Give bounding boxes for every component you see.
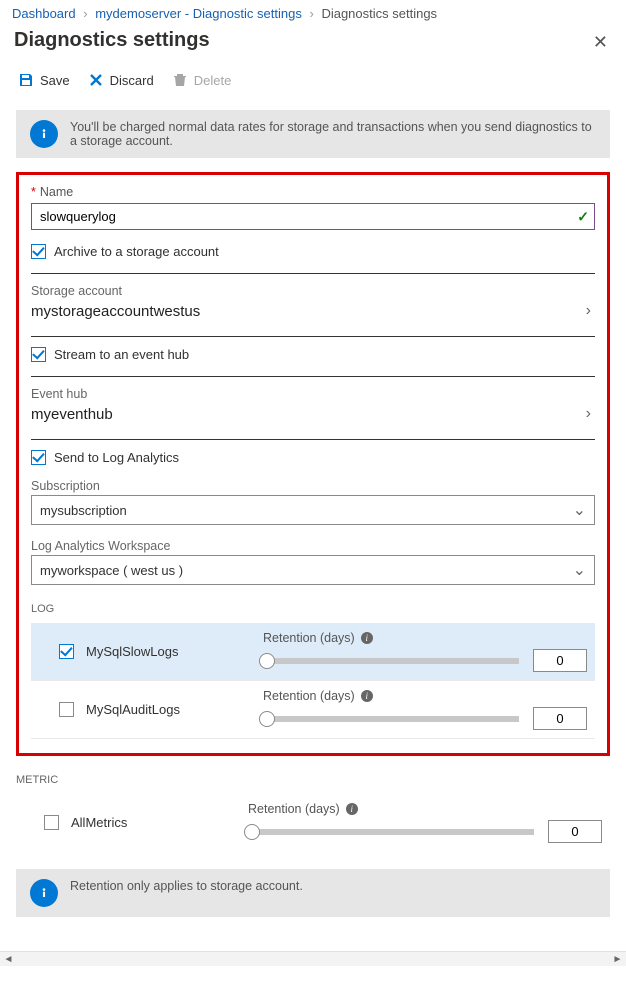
trash-icon xyxy=(172,72,188,88)
info-small-icon: i xyxy=(346,803,358,815)
info-text: You'll be charged normal data rates for … xyxy=(70,120,596,148)
retention-slider[interactable] xyxy=(248,829,534,835)
chevron-down-icon: ⌄ xyxy=(573,500,586,520)
metric-section-heading: METRIC xyxy=(16,774,610,786)
retention-label: Retention (days) xyxy=(263,631,355,645)
event-hub-value: myeventhub xyxy=(31,406,113,423)
subscription-label: Subscription xyxy=(31,479,595,493)
log-name: MySqlSlowLogs xyxy=(86,644,179,659)
workspace-value: myworkspace ( west us ) xyxy=(40,563,183,578)
breadcrumb-link[interactable]: mydemoserver - Diagnostic settings xyxy=(95,6,302,21)
stream-checkbox[interactable] xyxy=(31,347,46,362)
breadcrumb-link[interactable]: Dashboard xyxy=(12,6,76,21)
discard-label: Discard xyxy=(110,73,154,88)
close-button[interactable]: ✕ xyxy=(589,28,612,57)
delete-button: Delete xyxy=(172,72,232,88)
metric-row: AllMetrics Retention (days) i xyxy=(16,794,610,851)
storage-account-label: Storage account xyxy=(31,284,595,298)
info-small-icon: i xyxy=(361,690,373,702)
breadcrumb-current: Diagnostics settings xyxy=(321,6,437,21)
storage-account-value: mystorageaccountwestus xyxy=(31,303,200,320)
highlighted-region: *Name ✓ Archive to a storage account Sto… xyxy=(16,172,610,756)
discard-icon xyxy=(88,72,104,88)
toolbar: Save Discard Delete xyxy=(0,66,626,98)
info-small-icon: i xyxy=(361,632,373,644)
retention-label: Retention (days) xyxy=(263,689,355,703)
save-label: Save xyxy=(40,73,70,88)
breadcrumb-sep: › xyxy=(83,6,87,21)
chevron-right-icon: › xyxy=(586,405,591,423)
retention-input[interactable] xyxy=(533,707,587,730)
horizontal-scrollbar[interactable]: ◄ ► xyxy=(0,951,626,966)
workspace-select[interactable]: myworkspace ( west us ) ⌄ xyxy=(31,555,595,585)
metric-name: AllMetrics xyxy=(71,815,127,830)
workspace-label: Log Analytics Workspace xyxy=(31,539,595,553)
delete-label: Delete xyxy=(194,73,232,88)
info-icon xyxy=(30,879,58,907)
discard-button[interactable]: Discard xyxy=(88,72,154,88)
name-label: *Name xyxy=(31,185,595,199)
subscription-select[interactable]: mysubscription ⌄ xyxy=(31,495,595,525)
stream-label: Stream to an event hub xyxy=(54,347,189,362)
info-text: Retention only applies to storage accoun… xyxy=(70,879,303,893)
log-checkbox[interactable] xyxy=(59,644,74,659)
log-name: MySqlAuditLogs xyxy=(86,702,180,717)
info-banner-top: You'll be charged normal data rates for … xyxy=(16,110,610,158)
info-banner-bottom: Retention only applies to storage accoun… xyxy=(16,869,610,917)
chevron-right-icon: › xyxy=(586,302,591,320)
log-row: MySqlSlowLogs Retention (days) i xyxy=(31,623,595,681)
retention-slider[interactable] xyxy=(263,658,519,664)
page-title: Diagnostics settings xyxy=(14,29,210,52)
name-input[interactable] xyxy=(31,203,595,230)
retention-input[interactable] xyxy=(533,649,587,672)
metric-checkbox[interactable] xyxy=(44,815,59,830)
scroll-left-arrow[interactable]: ◄ xyxy=(0,952,17,967)
check-icon: ✓ xyxy=(577,208,589,225)
log-checkbox[interactable] xyxy=(59,702,74,717)
event-hub-picker[interactable]: myeventhub › xyxy=(31,403,595,433)
archive-checkbox[interactable] xyxy=(31,244,46,259)
info-icon xyxy=(30,120,58,148)
log-analytics-label: Send to Log Analytics xyxy=(54,450,179,465)
subscription-value: mysubscription xyxy=(40,503,127,518)
retention-input[interactable] xyxy=(548,820,602,843)
log-analytics-checkbox[interactable] xyxy=(31,450,46,465)
event-hub-label: Event hub xyxy=(31,387,595,401)
log-section-heading: LOG xyxy=(31,603,595,615)
save-button[interactable]: Save xyxy=(18,72,70,88)
scroll-right-arrow[interactable]: ► xyxy=(609,952,626,967)
breadcrumb: Dashboard › mydemoserver - Diagnostic se… xyxy=(0,0,626,25)
log-row: MySqlAuditLogs Retention (days) i xyxy=(31,681,595,739)
breadcrumb-sep: › xyxy=(309,6,313,21)
save-icon xyxy=(18,72,34,88)
retention-label: Retention (days) xyxy=(248,802,340,816)
chevron-down-icon: ⌄ xyxy=(573,560,586,580)
storage-account-picker[interactable]: mystorageaccountwestus › xyxy=(31,300,595,330)
retention-slider[interactable] xyxy=(263,716,519,722)
archive-label: Archive to a storage account xyxy=(54,244,219,259)
